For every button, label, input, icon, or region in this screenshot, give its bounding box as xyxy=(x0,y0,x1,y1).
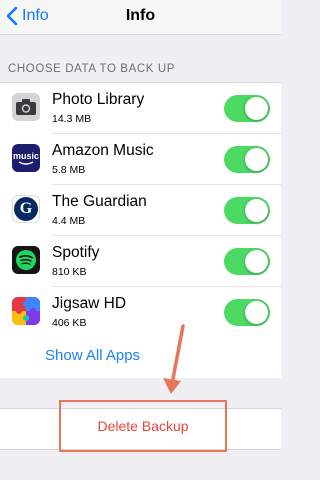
show-all-apps-link[interactable]: Show All Apps xyxy=(45,347,140,364)
app-size: 406 KB xyxy=(52,317,87,329)
list-item: Jigsaw HD 406 KB xyxy=(0,287,281,338)
amazon-music-icon: music xyxy=(12,144,40,172)
delete-backup-button[interactable]: Delete Backup xyxy=(59,400,227,452)
app-size: 810 KB xyxy=(52,266,87,278)
section-header: CHOOSE DATA TO BACK UP xyxy=(8,63,175,75)
toggle-knob xyxy=(245,148,268,171)
app-backup-list: Photo Library 14.3 MB music Amazon Music… xyxy=(0,82,281,379)
app-size: 5.8 MB xyxy=(52,164,86,176)
backup-toggle-amazon-music[interactable] xyxy=(224,146,270,173)
app-name: Amazon Music xyxy=(52,142,154,159)
app-size: 4.4 MB xyxy=(52,215,86,227)
camera-icon xyxy=(12,93,40,121)
toggle-knob xyxy=(245,301,268,324)
app-name: Spotify xyxy=(52,244,100,261)
spotify-icon xyxy=(12,246,40,274)
list-item: Spotify 810 KB xyxy=(0,236,281,287)
backup-toggle-photo-library[interactable] xyxy=(224,95,270,122)
guardian-icon: G xyxy=(12,195,40,223)
amazon-music-icon-text: music xyxy=(12,150,39,161)
top-spacer xyxy=(0,35,281,55)
jigsaw-icon xyxy=(12,297,40,325)
list-item: Photo Library 14.3 MB xyxy=(0,83,281,134)
toggle-knob xyxy=(245,199,268,222)
guardian-icon-text: G xyxy=(19,200,33,217)
toggle-knob xyxy=(245,97,268,120)
backup-toggle-jigsaw-hd[interactable] xyxy=(224,299,270,326)
toggle-knob xyxy=(245,250,268,273)
backup-toggle-the-guardian[interactable] xyxy=(224,197,270,224)
backup-toggle-spotify[interactable] xyxy=(224,248,270,275)
page-title: Info xyxy=(125,7,156,24)
app-name: The Guardian xyxy=(52,193,147,210)
list-item: music Amazon Music 5.8 MB xyxy=(0,134,281,185)
app-size: 14.3 MB xyxy=(52,113,92,125)
app-name: Photo Library xyxy=(52,91,145,108)
list-item: G The Guardian 4.4 MB xyxy=(0,185,281,236)
navigation-bar: Info Info xyxy=(0,0,281,35)
app-name: Jigsaw HD xyxy=(52,295,127,312)
